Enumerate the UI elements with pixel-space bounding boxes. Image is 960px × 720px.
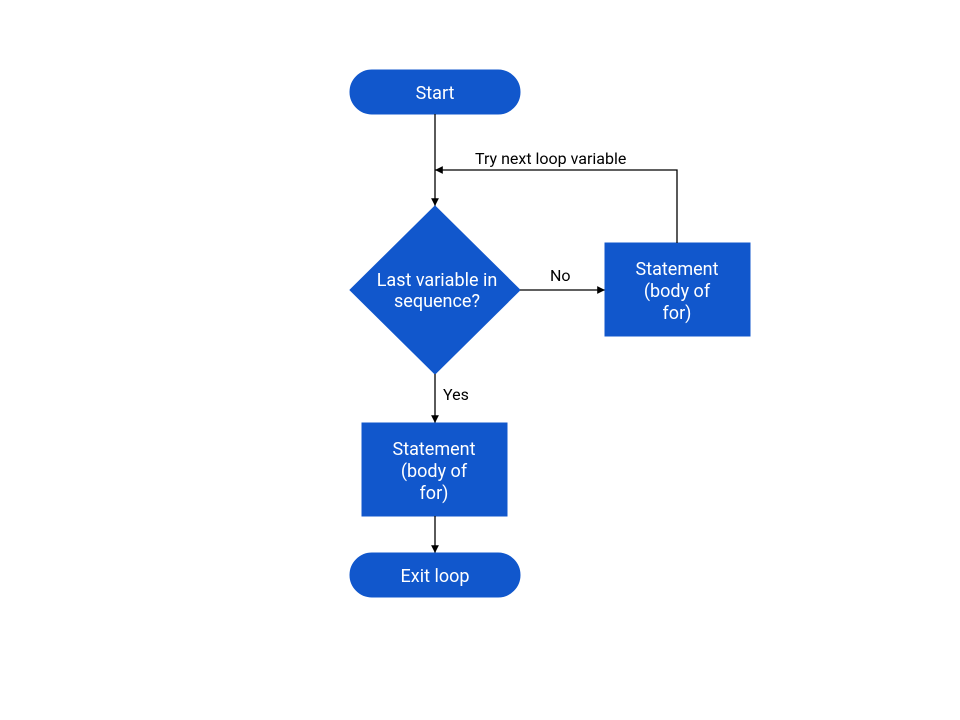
node-body-right-l2: (body of: [644, 281, 711, 302]
edge-loopback: [435, 170, 677, 243]
node-exit: Exit loop: [350, 553, 520, 597]
node-decision: Last variable in sequence?: [350, 206, 520, 374]
edge-label-yes: Yes: [443, 385, 469, 404]
node-body-below: Statement (body of for): [362, 423, 507, 516]
node-start-label: Start: [416, 83, 455, 104]
node-body-right-l3: for): [663, 303, 692, 324]
node-decision-label-2: sequence?: [394, 291, 480, 312]
node-decision-label-1: Last variable in: [377, 270, 498, 291]
node-start: Start: [350, 70, 520, 114]
flowchart-canvas: Start Last variable in sequence? No Stat…: [0, 0, 960, 720]
node-body-below-l1: Statement: [393, 439, 476, 460]
edge-label-no: No: [550, 266, 571, 285]
node-body-right-l1: Statement: [636, 259, 719, 280]
node-body-below-l2: (body of: [401, 461, 468, 482]
node-exit-label: Exit loop: [401, 566, 470, 587]
node-body-right: Statement (body of for): [605, 243, 750, 336]
node-body-below-l3: for): [420, 483, 449, 504]
edge-label-loopback: Try next loop variable: [475, 149, 626, 168]
